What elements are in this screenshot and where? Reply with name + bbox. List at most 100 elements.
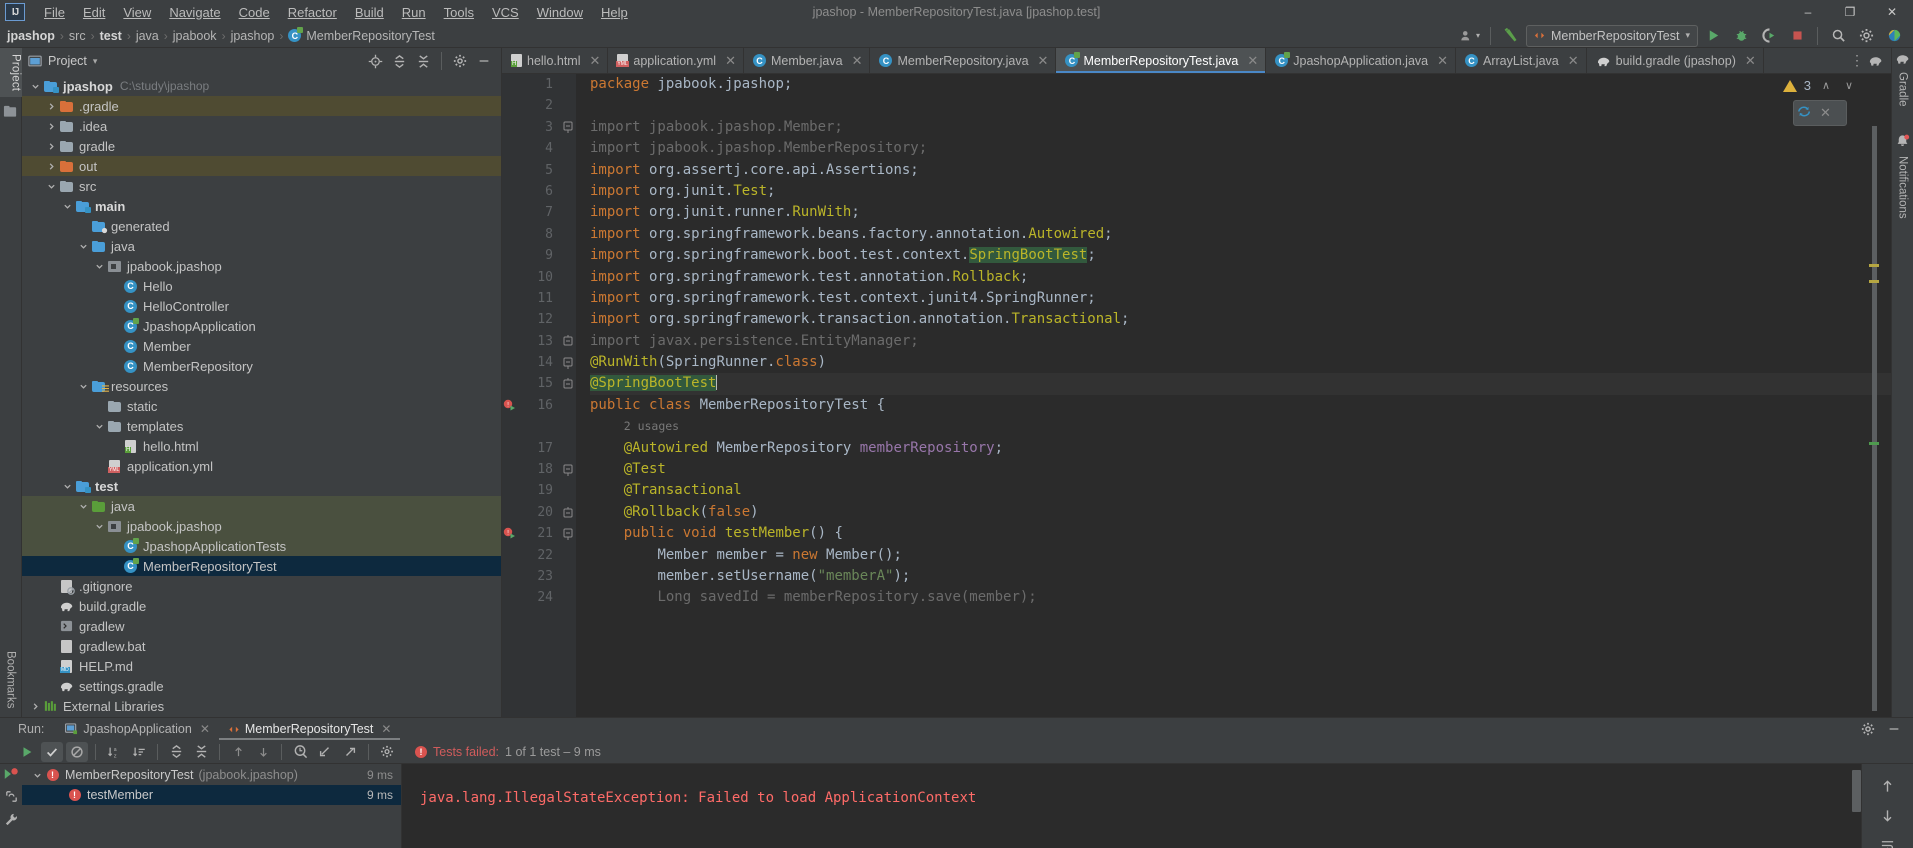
editor-tab[interactable]: C JpashopApplication.java ✕ xyxy=(1266,48,1457,73)
soft-wrap-icon[interactable] xyxy=(1877,838,1899,848)
rail-button-project[interactable]: Project xyxy=(0,48,22,98)
code-line[interactable]: public void testMember() { xyxy=(590,523,1891,544)
close-button[interactable]: ✕ xyxy=(1871,0,1913,24)
expand-all-icon[interactable] xyxy=(165,742,187,762)
chevron-right-icon[interactable] xyxy=(44,122,58,131)
fold-start-icon[interactable] xyxy=(560,117,576,138)
hide-panel-icon[interactable] xyxy=(473,51,495,71)
tree-node[interactable]: static xyxy=(22,396,501,416)
chevron-down-icon[interactable] xyxy=(60,202,74,211)
console-scrollbar-thumb[interactable] xyxy=(1852,770,1861,812)
editor-gutter[interactable]: !! 1 2 3 4 5 6 7 8 9 10 11 12 13 14 15 16 17 18 19 20 21 22 23… xyxy=(502,74,576,717)
close-icon[interactable]: ✕ xyxy=(1568,53,1579,69)
close-icon[interactable]: ✕ xyxy=(725,53,736,69)
gradle-reload-popup[interactable]: ✕ xyxy=(1793,100,1847,126)
chevron-down-icon[interactable] xyxy=(28,82,42,91)
tree-node[interactable]: YML application.yml xyxy=(22,456,501,476)
test-settings-wrench-icon[interactable] xyxy=(4,812,19,827)
code-line[interactable]: import org.springframework.boot.test.con… xyxy=(590,245,1891,266)
close-icon[interactable]: ✕ xyxy=(1247,53,1258,69)
test-results-tree[interactable]: ! MemberRepositoryTest (jpabook.jpashop) 9 … xyxy=(22,764,402,848)
test-row[interactable]: ! testMember 9 ms xyxy=(22,785,401,805)
scroll-down-icon[interactable] xyxy=(1877,808,1899,824)
run-configuration-selector[interactable]: MemberRepositoryTest ▾ xyxy=(1525,24,1698,47)
menu-help[interactable]: Help xyxy=(592,3,637,22)
tree-node[interactable]: gradle xyxy=(22,136,501,156)
editor-tab[interactable]: Hhello.html ✕ xyxy=(502,48,609,73)
breadcrumb-memberrepositorytest[interactable]: C MemberRepositoryTest xyxy=(285,27,438,44)
tree-node[interactable]: main xyxy=(22,196,501,216)
tree-node[interactable]: resources xyxy=(22,376,501,396)
tree-node[interactable]: C MemberRepositoryTest xyxy=(22,556,501,576)
code-editor[interactable]: !! 1 2 3 4 5 6 7 8 9 10 11 12 13 14 15 16 17 18 19 20 21 22 23… xyxy=(502,74,1891,717)
chevron-down-icon[interactable] xyxy=(30,771,44,780)
menu-window[interactable]: Window xyxy=(528,3,592,22)
code-line[interactable]: member.setUsername("memberA"); xyxy=(590,566,1891,587)
test-console[interactable]: java.lang.IllegalStateException: Failed … xyxy=(402,764,1861,848)
usage-hint[interactable]: 2 usages xyxy=(624,419,679,433)
close-icon[interactable]: ✕ xyxy=(200,722,210,736)
tab-overflow-icon[interactable]: ⋮ xyxy=(1850,52,1864,69)
breadcrumb-jpashop-pkg[interactable]: jpashop xyxy=(228,28,278,44)
hide-panel-icon[interactable] xyxy=(1883,719,1905,739)
breadcrumb-test[interactable]: test xyxy=(97,28,125,44)
code-line[interactable]: import jpabook.jpashop.MemberRepository; xyxy=(590,138,1891,159)
tree-node[interactable]: C Member xyxy=(22,336,501,356)
warning-marker[interactable] xyxy=(1869,264,1879,267)
import-tests-icon[interactable] xyxy=(314,742,336,762)
menu-file[interactable]: File xyxy=(35,3,74,22)
code-line[interactable]: public class MemberRepositoryTest { xyxy=(590,395,1891,416)
breadcrumb-src[interactable]: src xyxy=(66,28,89,44)
test-history-icon[interactable] xyxy=(289,742,311,762)
chevron-right-icon[interactable] xyxy=(44,142,58,151)
code-line[interactable]: import org.springframework.test.annotati… xyxy=(590,267,1891,288)
rerun-icon[interactable] xyxy=(16,742,38,762)
tree-node[interactable]: gradlew xyxy=(22,616,501,636)
code-line[interactable]: @SpringBootTest xyxy=(590,373,1891,395)
show-ignored-tests-icon[interactable] xyxy=(66,741,88,762)
warning-marker[interactable] xyxy=(1869,280,1879,283)
tree-node[interactable]: .gradle xyxy=(22,96,501,116)
rail-button-bookmarks[interactable]: Bookmarks xyxy=(5,647,17,713)
gear-icon[interactable] xyxy=(1853,25,1879,47)
chevron-down-icon[interactable] xyxy=(92,522,106,531)
run-tab-jpashopapplication[interactable]: JpashopApplication ✕ xyxy=(56,718,218,740)
debug-button[interactable] xyxy=(1728,25,1754,47)
rerun-failed-icon[interactable] xyxy=(3,767,19,781)
rail-button-gradle[interactable]: Gradle xyxy=(1897,69,1909,110)
code-line[interactable]: Long savedId = memberRepository.save(mem… xyxy=(590,587,1891,608)
code-folding-markers[interactable] xyxy=(560,74,576,717)
main-menu[interactable]: File Edit View Navigate Code Refactor Bu… xyxy=(35,3,637,22)
menu-build[interactable]: Build xyxy=(346,3,393,22)
fold-end-icon[interactable] xyxy=(560,502,576,523)
gear-icon[interactable] xyxy=(1857,719,1879,739)
rail-button-notifications[interactable]: Notifications xyxy=(1897,153,1909,222)
gradle-elephant-icon[interactable] xyxy=(1895,52,1910,65)
scroll-up-icon[interactable] xyxy=(1877,778,1899,794)
chevron-down-icon[interactable] xyxy=(92,262,106,271)
chevron-right-icon[interactable] xyxy=(44,102,58,111)
breadcrumb-java[interactable]: java xyxy=(133,28,162,44)
editor-tab[interactable]: C ArrayList.java ✕ xyxy=(1456,48,1587,73)
code-line[interactable]: import org.junit.runner.RunWith; xyxy=(590,202,1891,223)
code-line[interactable]: @RunWith(SpringRunner.class) xyxy=(590,352,1891,373)
project-tree[interactable]: jpashop C:\study\jpashop .gradle .idea gradl… xyxy=(22,74,501,717)
maximize-button[interactable]: ❐ xyxy=(1829,0,1871,24)
editor-marker-bar[interactable] xyxy=(1869,102,1879,717)
tree-node[interactable]: jpashop C:\study\jpashop xyxy=(22,76,501,96)
chevron-right-icon[interactable] xyxy=(28,702,42,711)
run-test-gutter-icon[interactable]: ! xyxy=(502,395,518,416)
change-marker[interactable] xyxy=(1869,442,1879,445)
code-line[interactable]: import org.springframework.test.context.… xyxy=(590,288,1891,309)
menu-refactor[interactable]: Refactor xyxy=(279,3,346,22)
sort-by-duration-icon[interactable] xyxy=(128,742,150,762)
next-failed-test-icon[interactable] xyxy=(252,742,274,762)
run-tab-memberrepositorytest[interactable]: MemberRepositoryTest ✕ xyxy=(218,718,401,740)
menu-run[interactable]: Run xyxy=(393,3,435,22)
code-line[interactable]: @Rollback(false) xyxy=(590,502,1891,523)
editor-tab[interactable]: C Member.java ✕ xyxy=(744,48,871,73)
expand-all-icon[interactable] xyxy=(388,51,410,71)
chevron-down-icon[interactable] xyxy=(92,422,106,431)
show-passed-tests-icon[interactable] xyxy=(41,741,63,762)
close-icon[interactable]: ✕ xyxy=(1437,53,1448,69)
